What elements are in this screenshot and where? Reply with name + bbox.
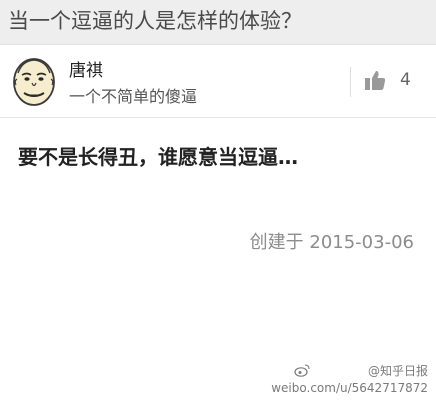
- created-date: 创建于 2015-03-06: [249, 232, 414, 253]
- thumbs-up-icon: [365, 71, 386, 90]
- watermark-handle: @知乎日报: [367, 364, 428, 378]
- author-bio: 一个不简单的傻逼: [69, 87, 198, 106]
- upvote-button[interactable]: 4: [360, 63, 430, 99]
- weibo-watermark: @知乎日报 weibo.com/u/5642717872: [228, 364, 428, 400]
- answer-page: 当一个逗逼的人是怎样的体验？ 唐祺 一个不简单的傻逼 4 要不是长得丑，谁愿意当…: [0, 0, 436, 404]
- vote-count: 4: [400, 70, 411, 90]
- vote-divider: [350, 67, 351, 97]
- author-info: 唐祺 一个不简单的傻逼 4: [0, 45, 436, 118]
- question-header[interactable]: 当一个逗逼的人是怎样的体验？: [0, 0, 436, 45]
- avatar[interactable]: [10, 55, 58, 107]
- watermark-url: weibo.com/u/5642717872: [271, 381, 428, 395]
- answer-body: 要不是长得丑，谁愿意当逗逼…: [18, 145, 298, 169]
- weibo-icon: [294, 364, 310, 377]
- author-name[interactable]: 唐祺: [69, 61, 103, 81]
- question-title[interactable]: 当一个逗逼的人是怎样的体验？: [8, 8, 302, 34]
- meme-face-avatar-icon: [13, 58, 55, 106]
